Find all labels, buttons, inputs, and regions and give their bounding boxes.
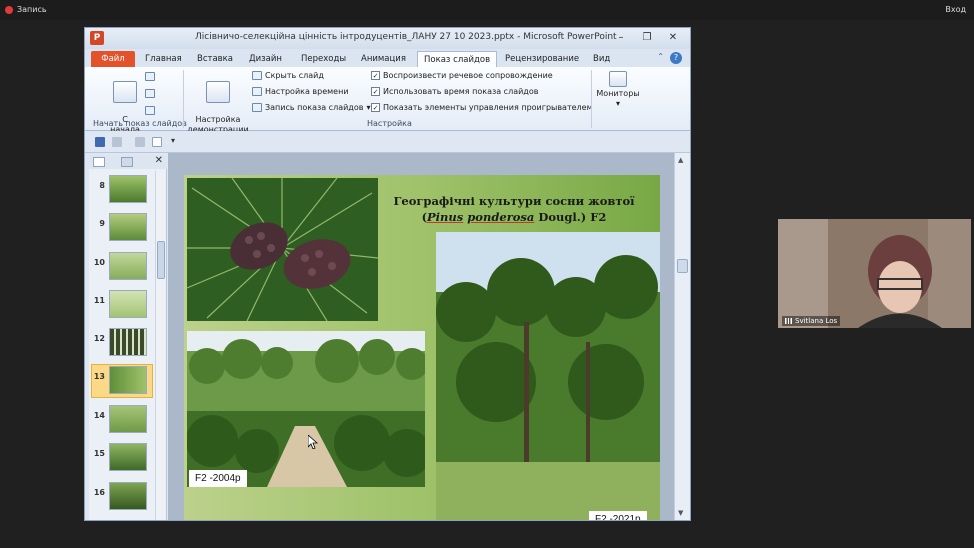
signal-icon [785, 318, 792, 324]
tab-design[interactable]: Дизайн [243, 51, 288, 67]
scroll-up-icon[interactable]: ▲ [678, 156, 683, 164]
setup-show-button[interactable]: Настройка демонстрации [187, 71, 249, 135]
slides-panel-scrollbar[interactable] [155, 171, 165, 520]
sign-in-button[interactable]: Вход [945, 5, 966, 14]
slides-panel: ✕ 8 9 10 11 12 13 14 15 16 [89, 155, 167, 520]
scrollbar-thumb[interactable] [677, 259, 688, 273]
custom-show-icon[interactable] [145, 106, 155, 115]
pine-stand-photo: F2 -2021р [436, 232, 660, 520]
slide-thumbnail[interactable]: 15 [91, 441, 151, 473]
slide-thumbnail[interactable]: 8 [91, 173, 151, 205]
slides-tab[interactable] [93, 157, 105, 167]
ribbon-slide-show: С начала Начать показ слайдов Настройка … [85, 67, 690, 134]
slide-thumbnail[interactable]: 10 [91, 250, 151, 282]
meeting-top-bar: Запись Вход [0, 0, 974, 20]
powerpoint-app-icon[interactable]: P [90, 31, 104, 45]
tab-insert[interactable]: Вставка [191, 51, 239, 67]
group-separator [183, 70, 184, 128]
play-narrations-checkbox[interactable]: ✓ Воспроизвести речевое сопровождение [371, 71, 553, 80]
timer-icon [252, 87, 262, 96]
slide-thumbnail-selected[interactable]: 13 [91, 364, 153, 398]
minimize-ribbon-icon[interactable]: ⌃ [657, 52, 664, 61]
record-label: Запись [17, 5, 47, 14]
tab-view[interactable]: Вид [587, 51, 616, 67]
use-timings-checkbox[interactable]: ✓ Использовать время показа слайдов [371, 87, 538, 96]
redo-icon[interactable] [135, 137, 145, 147]
setup-show-icon [206, 81, 230, 103]
checkbox-checked: ✓ [371, 103, 380, 112]
close-icon[interactable]: ✕ [155, 155, 163, 166]
show-media-controls-checkbox[interactable]: ✓ Показать элементы управления проигрыва… [371, 103, 593, 112]
minimize-button[interactable]: – [614, 32, 628, 44]
editor-scrollbar[interactable]: ▲ ▼ [674, 153, 690, 520]
restore-button[interactable]: ❐ [640, 32, 654, 44]
slide-thumbnail[interactable]: 14 [91, 403, 151, 435]
photo-caption-right: F2 -2021р [589, 511, 647, 520]
slides-panel-header: ✕ [89, 155, 167, 169]
participant-video[interactable]: Svitlana Los [778, 219, 971, 328]
ribbon-tabs: Файл Главная Вставка Дизайн Переходы Ани… [85, 49, 690, 67]
chevron-down-icon: ▾ [366, 103, 371, 112]
group-separator [591, 70, 592, 128]
current-slide[interactable]: Географічні культури сосни жовтої (Pinus… [184, 175, 660, 520]
scroll-down-icon[interactable]: ▼ [678, 509, 683, 517]
hide-slide-button[interactable]: Скрыть слайд [252, 71, 324, 80]
scrollbar-thumb[interactable] [157, 241, 165, 279]
group-setup-label: Настройка [367, 119, 412, 128]
slide-thumbnail[interactable]: 9 [91, 211, 151, 243]
current-slide-icon[interactable] [145, 72, 155, 81]
recording-indicator: Запись [5, 5, 47, 14]
powerpoint-window: P Лісівничо-селекційна цінність інтродуц… [84, 27, 691, 521]
mouse-cursor-icon [308, 435, 318, 449]
checkbox-checked: ✓ [371, 71, 380, 80]
record-show-icon [252, 103, 262, 112]
participant-name-tag: Svitlana Los [782, 316, 841, 326]
screen: Запись Вход P Лісівничо-селекційна цінні… [0, 0, 974, 548]
tab-slide-show[interactable]: Показ слайдов [417, 51, 498, 67]
checkbox-checked: ✓ [371, 87, 380, 96]
hide-slide-icon [252, 71, 262, 80]
help-icon[interactable]: ? [670, 52, 682, 64]
rehearse-timings-button[interactable]: Настройка времени [252, 87, 349, 96]
new-document-icon[interactable] [152, 137, 162, 147]
window-title: Лісівничо-селекційна цінність інтродуцен… [195, 32, 617, 42]
group-start-label: Начать показ слайдов [93, 119, 187, 128]
forest-road-photo: F2 -2004р [187, 331, 425, 487]
record-slide-show-button[interactable]: Запись показа слайдов ▾ [252, 103, 370, 112]
tab-file[interactable]: Файл [91, 51, 135, 67]
slide-thumbnail[interactable]: 12 [91, 326, 151, 358]
tab-transitions[interactable]: Переходы [295, 51, 352, 67]
slide-thumbnail[interactable]: 11 [91, 288, 151, 320]
tab-animations[interactable]: Анимация [355, 51, 412, 67]
quick-access-toolbar: ▾ [85, 131, 690, 153]
outline-tab[interactable] [121, 157, 133, 167]
tab-review[interactable]: Рецензирование [499, 51, 585, 67]
broadcast-icon[interactable] [145, 89, 155, 98]
close-button[interactable]: ✕ [666, 32, 680, 44]
photo-caption-left: F2 -2004р [189, 470, 247, 487]
undo-icon[interactable] [112, 137, 122, 147]
monitor-icon [609, 71, 627, 87]
slide-title: Географічні культури сосни жовтої (Pinus… [393, 194, 635, 224]
chevron-down-icon: ▾ [615, 99, 620, 108]
title-bar: P Лісівничо-селекційна цінність інтродуц… [85, 28, 690, 49]
tab-home[interactable]: Главная [139, 51, 188, 67]
save-icon[interactable] [95, 137, 105, 147]
record-icon [5, 5, 13, 14]
pine-cone-photo [187, 178, 378, 321]
customize-toolbar-icon[interactable]: ▾ [171, 136, 175, 145]
monitors-button[interactable]: Мониторы ▾ [595, 71, 641, 109]
slideshow-start-icon [113, 81, 137, 103]
slide-thumbnail[interactable]: 16 [91, 480, 151, 512]
